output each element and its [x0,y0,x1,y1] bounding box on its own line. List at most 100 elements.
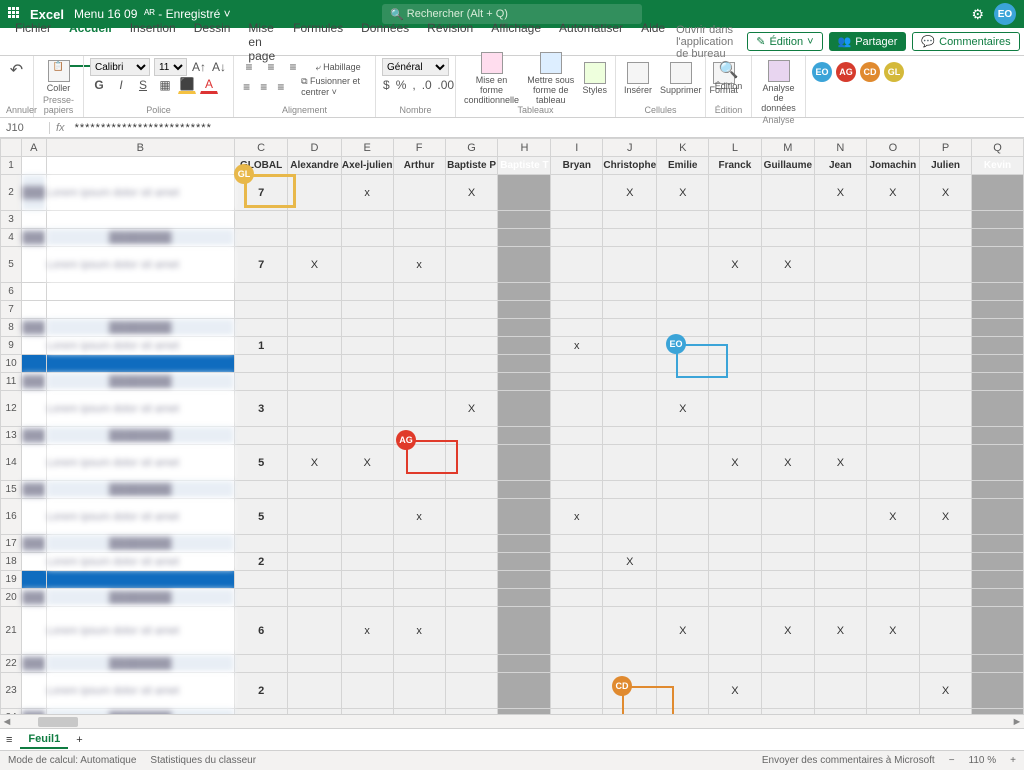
cell[interactable] [551,553,603,571]
cell[interactable] [445,211,498,229]
cell[interactable] [498,391,551,427]
cell[interactable] [866,481,919,499]
cell[interactable] [288,283,342,301]
cell[interactable] [445,553,498,571]
currency-icon[interactable]: $ [382,76,391,94]
user-avatar[interactable]: EO [994,3,1016,25]
col-header-D[interactable]: D [288,139,342,157]
sheet-tab[interactable]: Feuil1 [20,731,68,749]
cell[interactable] [972,211,1024,229]
cell[interactable] [866,655,919,673]
row-header-13[interactable]: 13 [1,427,22,445]
cell[interactable]: 5 [235,445,288,481]
cell[interactable] [920,535,972,553]
cell[interactable] [551,229,603,247]
cell[interactable] [761,535,815,553]
font-select[interactable]: Calibri [90,58,150,76]
cell[interactable] [761,391,815,427]
cell[interactable]: X [920,673,972,709]
name-box[interactable]: J10 [0,122,50,134]
cell[interactable] [498,673,551,709]
cell[interactable] [288,211,342,229]
cell[interactable] [866,319,919,337]
row-header-14[interactable]: 14 [1,445,22,481]
cell[interactable] [22,499,46,535]
cell[interactable] [815,571,866,589]
cell[interactable]: ███ [22,589,46,607]
row-header-1[interactable]: 1 [1,157,22,175]
cell[interactable] [288,535,342,553]
cell[interactable]: ███ [22,373,46,391]
cell[interactable] [393,481,445,499]
cell[interactable]: x [393,607,445,655]
cell[interactable] [603,373,657,391]
inc-decimal-icon[interactable]: .0 [421,76,433,94]
cell[interactable] [341,589,393,607]
cell[interactable]: ████████ [46,481,235,499]
cell[interactable] [866,301,919,319]
cell[interactable]: 5 [235,499,288,535]
formula-input[interactable]: ************************** [71,122,1024,134]
cell[interactable] [761,211,815,229]
cell[interactable] [603,211,657,229]
cell[interactable] [22,571,46,589]
cell[interactable] [972,283,1024,301]
table-header[interactable]: Jean [815,157,866,175]
cell[interactable] [46,355,235,373]
cell[interactable] [341,571,393,589]
cell[interactable] [445,655,498,673]
cell[interactable] [920,283,972,301]
cell[interactable] [341,355,393,373]
cell[interactable] [761,175,815,211]
settings-icon[interactable]: ⚙ [971,6,984,23]
cell[interactable] [288,481,342,499]
cell[interactable] [445,319,498,337]
cell[interactable]: X [657,175,709,211]
cell[interactable] [445,535,498,553]
cell[interactable] [657,301,709,319]
cell[interactable]: ████████ [46,427,235,445]
cell[interactable] [603,355,657,373]
cell[interactable] [815,337,866,355]
col-header-N[interactable]: N [815,139,866,157]
cell[interactable] [815,373,866,391]
spreadsheet-grid[interactable]: ABCDEFGHIJKLMNOPQ1GLOBALAlexandreAxel-ju… [0,138,1024,728]
cell[interactable] [709,355,761,373]
cell[interactable]: X [288,247,342,283]
cell[interactable] [393,319,445,337]
row-header-3[interactable]: 3 [1,211,22,229]
conditional-format-button[interactable]: Mise en forme conditionnelle [462,50,521,107]
cell[interactable] [972,175,1024,211]
add-sheet-button[interactable]: + [76,734,82,746]
cell[interactable] [22,553,46,571]
cell[interactable] [22,301,46,319]
cell[interactable] [341,301,393,319]
align-top-icon[interactable]: ≡ [240,58,258,76]
cell[interactable] [445,283,498,301]
col-header-[interactable] [1,139,22,157]
cell[interactable] [46,283,235,301]
cell[interactable] [235,655,288,673]
cell[interactable] [393,229,445,247]
cell[interactable] [551,175,603,211]
cell[interactable] [498,571,551,589]
cell[interactable] [445,337,498,355]
cell[interactable] [815,655,866,673]
cell[interactable] [815,319,866,337]
cell[interactable]: x [341,607,393,655]
search-input[interactable]: 🔍 Rechercher (Alt + Q) [382,4,642,24]
open-desktop-link[interactable]: Ouvrir dans l'application de bureau [676,24,733,60]
cell[interactable]: X [920,499,972,535]
cell[interactable] [920,607,972,655]
cell[interactable] [393,283,445,301]
cell[interactable] [603,283,657,301]
cell[interactable] [341,481,393,499]
undo-button[interactable]: ↶ [6,58,27,82]
cell[interactable] [341,247,393,283]
cell[interactable] [709,373,761,391]
cell[interactable] [498,655,551,673]
cell[interactable] [709,283,761,301]
cell[interactable] [920,391,972,427]
cell[interactable] [235,355,288,373]
cell[interactable] [341,211,393,229]
